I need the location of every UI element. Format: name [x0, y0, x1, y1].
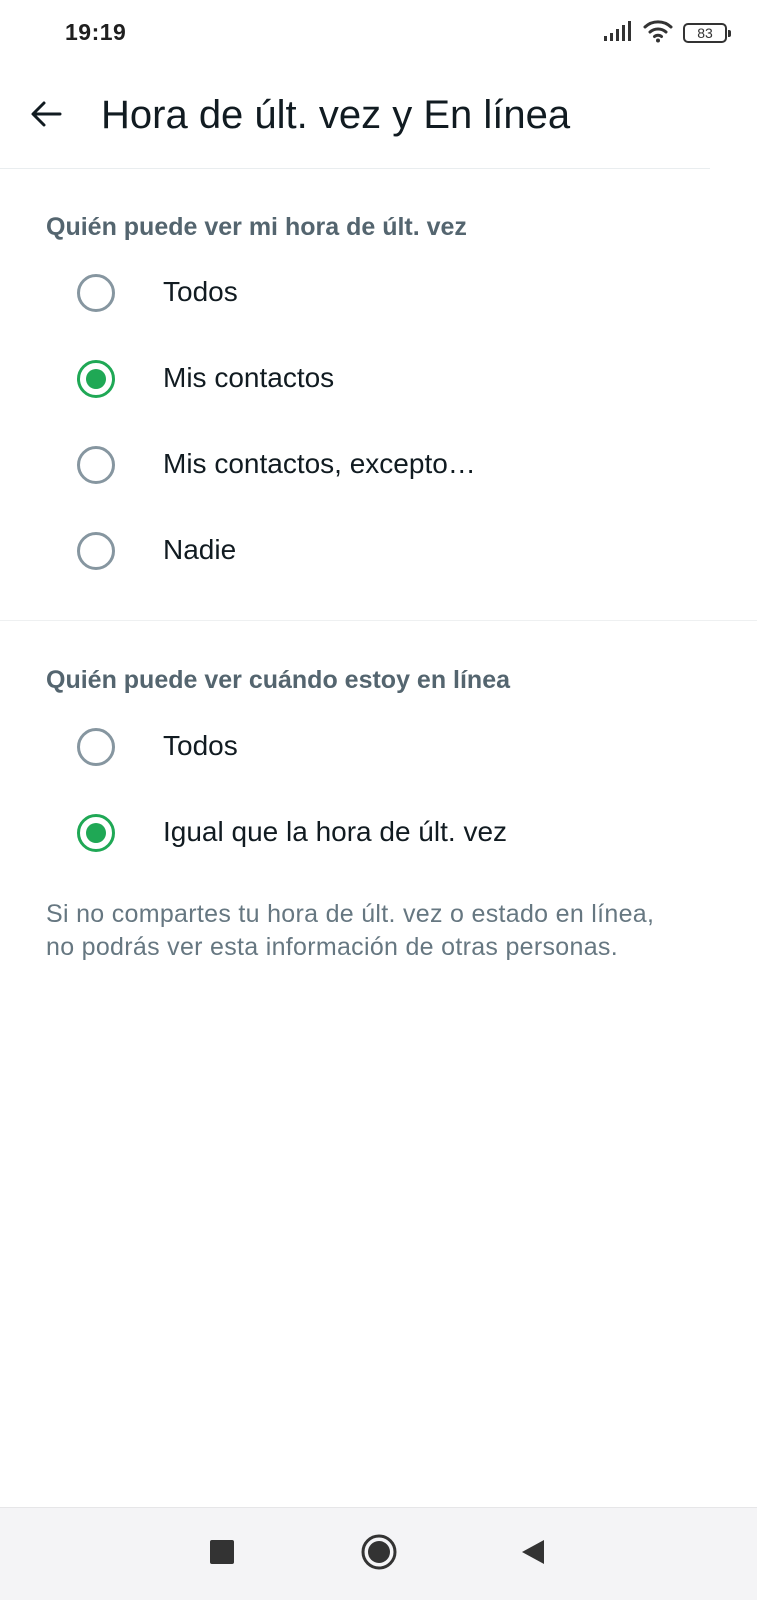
last-seen-option-mis-contactos-excepto[interactable]: Mis contactos, excepto… — [0, 422, 757, 508]
option-label: Mis contactos — [163, 362, 335, 393]
recents-square-icon — [209, 1539, 235, 1570]
online-option-igual-que-ultima-vez[interactable]: Igual que la hora de últ. vez — [0, 790, 757, 876]
online-section: Quién puede ver cuándo estoy en línea To… — [0, 621, 757, 1041]
option-label: Mis contactos, excepto… — [163, 448, 476, 479]
last-seen-option-mis-contactos[interactable]: Mis contactos — [0, 336, 757, 422]
radio-button[interactable] — [77, 274, 115, 312]
home-button[interactable] — [355, 1530, 403, 1578]
battery-level: 83 — [697, 25, 713, 41]
radio-button-selected[interactable] — [77, 360, 115, 398]
privacy-footnote: Si no compartes tu hora de últ. vez o es… — [46, 900, 655, 961]
last-seen-header: Quién puede ver mi hora de últ. vez — [46, 213, 467, 241]
radio-button[interactable] — [77, 446, 115, 484]
online-header: Quién puede ver cuándo estoy en línea — [46, 666, 511, 694]
arrow-left-icon — [28, 96, 64, 137]
system-nav-bar — [0, 1507, 757, 1600]
home-circle-icon — [360, 1533, 398, 1576]
wifi-icon — [643, 19, 673, 48]
recents-button[interactable] — [198, 1530, 246, 1578]
option-label: Igual que la hora de últ. vez — [163, 816, 508, 847]
app-bar: Hora de últ. vez y En línea — [0, 66, 710, 169]
online-option-todos[interactable]: Todos — [0, 704, 757, 790]
page-title: Hora de últ. vez y En línea — [101, 93, 571, 137]
status-time: 19:19 — [65, 19, 127, 45]
last-seen-section: Quién puede ver mi hora de últ. vez Todo… — [0, 168, 757, 621]
radio-button[interactable] — [77, 532, 115, 570]
back-button[interactable] — [22, 92, 70, 140]
system-back-button[interactable] — [509, 1530, 557, 1578]
option-label: Todos — [163, 730, 238, 761]
radio-button-selected[interactable] — [77, 814, 115, 852]
battery-icon: 83 — [683, 23, 731, 43]
back-triangle-icon — [519, 1538, 547, 1571]
signal-icon — [603, 20, 633, 47]
status-bar: 19:19 83 — [0, 0, 757, 66]
status-icons: 83 — [603, 19, 731, 48]
last-seen-option-todos[interactable]: Todos — [0, 250, 757, 336]
last-seen-option-nadie[interactable]: Nadie — [0, 508, 757, 594]
radio-button[interactable] — [77, 728, 115, 766]
option-label: Nadie — [163, 534, 237, 565]
option-label: Todos — [163, 276, 238, 307]
